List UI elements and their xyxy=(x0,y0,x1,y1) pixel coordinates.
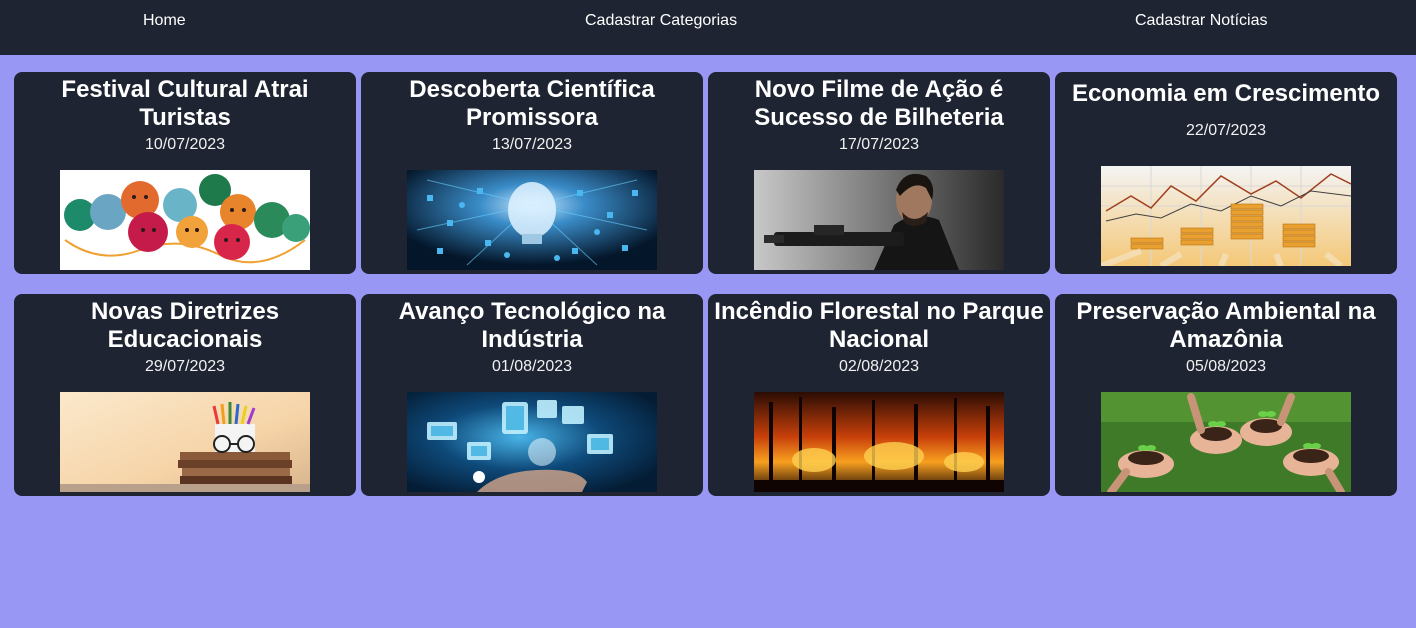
nav-categories-link[interactable]: Cadastrar Categorias xyxy=(585,11,737,31)
news-date: 01/08/2023 xyxy=(491,358,573,375)
news-image xyxy=(407,170,657,270)
news-image xyxy=(1101,166,1351,266)
news-image xyxy=(1101,392,1351,492)
news-image xyxy=(60,392,310,492)
news-card[interactable]: Avanço Tecnológico na Indústria 01/08/20… xyxy=(361,294,703,496)
news-card[interactable]: Festival Cultural Atrai Turistas 10/07/2… xyxy=(14,72,356,274)
news-date: 05/08/2023 xyxy=(1185,358,1267,375)
news-date: 17/07/2023 xyxy=(838,136,920,153)
news-card[interactable]: Economia em Crescimento 22/07/2023 xyxy=(1055,72,1397,274)
news-date: 13/07/2023 xyxy=(491,136,573,153)
news-card[interactable]: Preservação Ambiental na Amazônia 05/08/… xyxy=(1055,294,1397,496)
news-title: Novo Filme de Ação é Sucesso de Bilheter… xyxy=(754,76,1004,131)
news-date: 22/07/2023 xyxy=(1185,122,1267,139)
news-image xyxy=(407,392,657,492)
news-image xyxy=(754,170,1004,270)
news-title: Festival Cultural Atrai Turistas xyxy=(61,76,309,131)
news-title: Avanço Tecnológico na Indústria xyxy=(398,298,666,353)
news-card[interactable]: Descoberta Científica Promissora 13/07/2… xyxy=(361,72,703,274)
news-title: Economia em Crescimento xyxy=(1071,80,1381,107)
news-date: 10/07/2023 xyxy=(144,136,226,153)
news-title: Incêndio Florestal no Parque Nacional xyxy=(714,298,1044,353)
news-title: Descoberta Científica Promissora xyxy=(409,76,655,131)
news-date: 02/08/2023 xyxy=(838,358,920,375)
news-image xyxy=(754,392,1004,492)
news-title: Preservação Ambiental na Amazônia xyxy=(1076,298,1376,353)
news-card[interactable]: Novas Diretrizes Educacionais 29/07/2023 xyxy=(14,294,356,496)
news-date: 29/07/2023 xyxy=(144,358,226,375)
top-navbar: Home Cadastrar Categorias Cadastrar Notí… xyxy=(0,0,1416,55)
nav-home-link[interactable]: Home xyxy=(143,11,186,31)
nav-news-link[interactable]: Cadastrar Notícias xyxy=(1135,11,1268,31)
news-image xyxy=(60,170,310,270)
news-card[interactable]: Incêndio Florestal no Parque Nacional 02… xyxy=(708,294,1050,496)
news-card[interactable]: Novo Filme de Ação é Sucesso de Bilheter… xyxy=(708,72,1050,274)
news-title: Novas Diretrizes Educacionais xyxy=(90,298,280,353)
